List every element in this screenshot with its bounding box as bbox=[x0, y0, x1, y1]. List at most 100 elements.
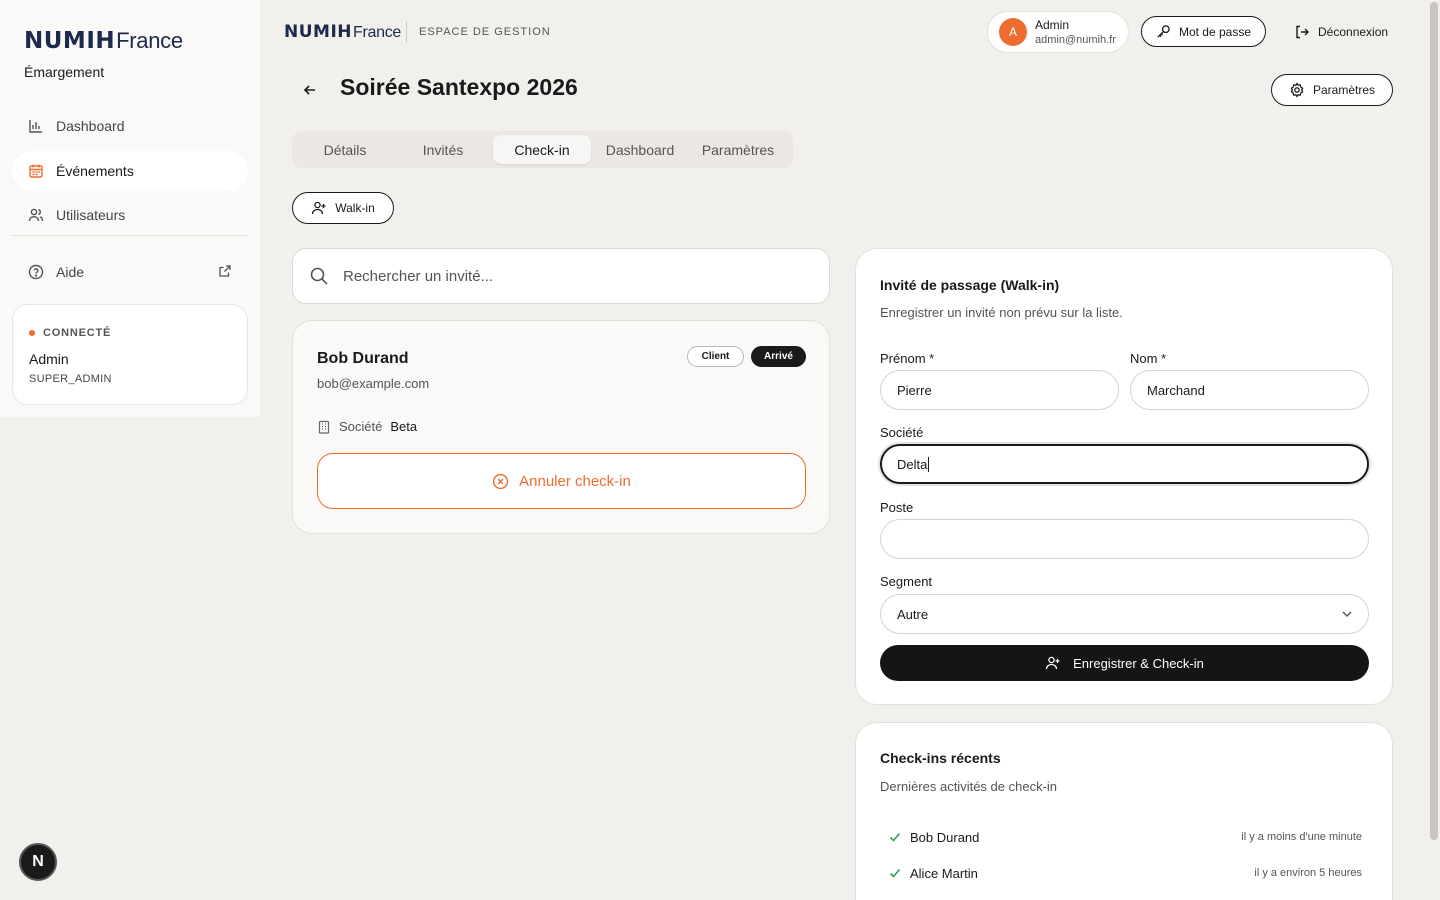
logout-icon bbox=[1294, 24, 1310, 40]
segment-label: Segment bbox=[880, 574, 933, 589]
text-caret bbox=[928, 456, 930, 472]
user-email: admin@numih.fr bbox=[1035, 34, 1116, 46]
logout-button[interactable]: Déconnexion bbox=[1294, 16, 1388, 47]
back-button[interactable] bbox=[300, 80, 320, 100]
users-icon bbox=[28, 207, 44, 223]
status-user-name: Admin bbox=[29, 351, 69, 367]
search-icon bbox=[309, 266, 329, 286]
guest-name: Bob Durand bbox=[317, 350, 409, 367]
guest-company-value: Beta bbox=[390, 419, 418, 434]
header-section-label: ESPACE DE GESTION bbox=[419, 26, 551, 38]
event-tabs: Détails Invités Check-in Dashboard Param… bbox=[292, 131, 793, 168]
sidebar-item-label: Aide bbox=[56, 264, 85, 280]
calendar-icon bbox=[28, 163, 44, 179]
fab-letter: N bbox=[32, 853, 44, 870]
status-dot bbox=[29, 330, 35, 336]
position-field[interactable] bbox=[880, 519, 1369, 559]
guest-search bbox=[292, 248, 830, 304]
recent-check-in-item: Alice Martin il y a environ 5 heures bbox=[888, 863, 1362, 883]
gear-icon bbox=[1289, 82, 1305, 98]
header-brand-numih: NUMIH bbox=[284, 22, 353, 42]
bar-chart-icon bbox=[28, 118, 44, 134]
search-input[interactable] bbox=[343, 267, 783, 285]
position-label: Poste bbox=[880, 500, 914, 515]
guest-card: Bob Durand bob@example.com Client Arrivé… bbox=[292, 320, 830, 534]
recent-check-in-time: il y a environ 5 heures bbox=[1254, 867, 1362, 879]
status-user-role: SUPER_ADMIN bbox=[29, 373, 112, 385]
building-icon bbox=[317, 420, 331, 434]
tab-parametres[interactable]: Paramètres bbox=[689, 135, 787, 164]
scrollbar-thumb[interactable] bbox=[1430, 2, 1438, 840]
segment-select[interactable]: Autre bbox=[880, 594, 1369, 634]
segment-value: Autre bbox=[897, 606, 929, 622]
recent-check-in-name: Alice Martin bbox=[910, 865, 978, 881]
guest-company-label: Société bbox=[339, 419, 383, 434]
password-button[interactable]: Mot de passe bbox=[1141, 16, 1266, 47]
cancel-check-in-button[interactable]: Annuler check-in bbox=[317, 453, 806, 509]
company-field[interactable]: Delta bbox=[880, 444, 1369, 484]
walk-in-form-panel: Invité de passage (Walk-in) Enregistrer … bbox=[855, 248, 1393, 705]
settings-button[interactable]: Paramètres bbox=[1271, 74, 1393, 106]
last-name-label: Nom * bbox=[1130, 351, 1167, 366]
sidebar-divider bbox=[12, 235, 248, 236]
key-icon bbox=[1156, 24, 1171, 39]
connection-status-card: CONNECTÉ Admin SUPER_ADMIN bbox=[12, 304, 248, 405]
user-menu[interactable]: A Admin admin@numih.fr bbox=[987, 11, 1129, 53]
password-button-label: Mot de passe bbox=[1178, 24, 1252, 39]
last-name-value: Marchand bbox=[1147, 382, 1205, 398]
guest-company: Société Beta bbox=[317, 419, 417, 434]
user-plus-icon bbox=[1045, 655, 1061, 671]
sidebar-item-label: Utilisateurs bbox=[56, 207, 126, 223]
chevron-down-icon bbox=[1340, 607, 1354, 621]
guest-email: bob@example.com bbox=[317, 376, 430, 391]
brand-logo[interactable]: NUMIH France bbox=[24, 28, 183, 54]
brand-france: France bbox=[116, 28, 183, 53]
user-name: Admin bbox=[1035, 18, 1070, 32]
register-check-in-label: Enregistrer & Check-in bbox=[1073, 655, 1204, 671]
sidebar-item-label: Dashboard bbox=[56, 118, 125, 134]
logout-button-label: Déconnexion bbox=[1318, 24, 1389, 39]
first-name-field[interactable]: Pierre bbox=[880, 370, 1119, 410]
recent-check-in-name: Bob Durand bbox=[910, 829, 980, 845]
sidebar-item-aide[interactable]: Aide bbox=[12, 252, 248, 292]
sidebar-item-evenements[interactable]: Événements bbox=[12, 151, 248, 191]
status-label: CONNECTÉ bbox=[43, 327, 112, 339]
walk-in-button[interactable]: Walk-in bbox=[292, 192, 394, 224]
company-label: Société bbox=[880, 425, 924, 440]
check-icon bbox=[888, 830, 902, 844]
recent-check-in-time: il y a moins d'une minute bbox=[1241, 831, 1362, 843]
page-title: Soirée Santexpo 2026 bbox=[340, 74, 578, 100]
header-brand-france: France bbox=[353, 24, 402, 41]
header-brand-logo[interactable]: NUMIH France bbox=[284, 22, 401, 42]
help-circle-icon bbox=[28, 264, 44, 280]
recent-check-ins-panel: Check-ins récents Dernières activités de… bbox=[855, 722, 1393, 900]
avatar: A bbox=[999, 18, 1027, 46]
recent-check-ins-subtitle: Dernières activités de check-in bbox=[880, 779, 1058, 794]
last-name-field[interactable]: Marchand bbox=[1130, 370, 1369, 410]
nextjs-dev-button[interactable]: N bbox=[19, 843, 57, 881]
tab-invites[interactable]: Invités bbox=[394, 135, 492, 164]
company-value: Delta bbox=[897, 456, 928, 472]
status-badge: Arrivé bbox=[751, 346, 806, 367]
settings-button-label: Paramètres bbox=[1312, 83, 1376, 97]
arrow-left-icon bbox=[303, 85, 315, 95]
recent-check-ins-title: Check-ins récents bbox=[880, 750, 1001, 766]
check-icon bbox=[888, 866, 902, 880]
cancel-check-in-label: Annuler check-in bbox=[519, 472, 631, 490]
sidebar-item-label: Événements bbox=[56, 163, 134, 179]
recent-check-in-item: Bob Durand il y a moins d'une minute bbox=[888, 827, 1362, 847]
external-link-icon bbox=[218, 264, 232, 281]
x-circle-icon bbox=[492, 473, 509, 490]
sidebar-item-utilisateurs[interactable]: Utilisateurs bbox=[12, 195, 248, 235]
tab-dashboard[interactable]: Dashboard bbox=[591, 135, 689, 164]
tab-details[interactable]: Détails bbox=[296, 135, 394, 164]
tab-check-in[interactable]: Check-in bbox=[493, 135, 591, 164]
sidebar: NUMIH France Émargement Dashboard Événem… bbox=[0, 0, 260, 417]
first-name-value: Pierre bbox=[897, 382, 932, 398]
walk-in-form-title: Invité de passage (Walk-in) bbox=[880, 277, 1060, 293]
walk-in-button-label: Walk-in bbox=[335, 201, 375, 215]
first-name-label: Prénom * bbox=[880, 351, 935, 366]
register-check-in-button[interactable]: Enregistrer & Check-in bbox=[880, 645, 1369, 681]
sidebar-item-dashboard[interactable]: Dashboard bbox=[12, 106, 248, 146]
app-subtitle: Émargement bbox=[24, 64, 105, 80]
